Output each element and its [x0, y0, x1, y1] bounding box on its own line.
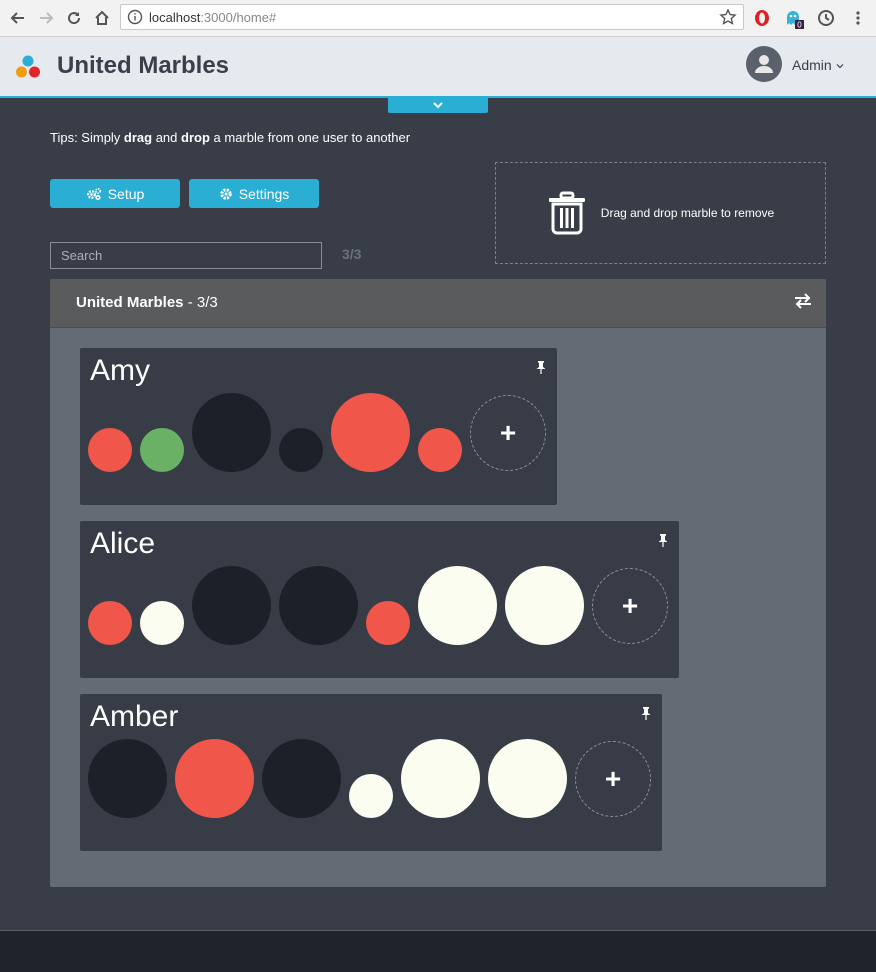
- bookmark-star-icon[interactable]: [719, 8, 737, 31]
- marble[interactable]: [192, 566, 271, 645]
- home-icon[interactable]: [90, 6, 114, 30]
- user-card-alice[interactable]: Alice +: [80, 521, 679, 678]
- url-text: localhost:3000/home#: [149, 10, 277, 25]
- back-icon[interactable]: [6, 6, 30, 30]
- user-name: Amy: [90, 354, 150, 387]
- setup-label: Setup: [107, 185, 145, 202]
- trash-icon: [548, 191, 585, 235]
- marble[interactable]: [262, 739, 341, 818]
- marble[interactable]: [505, 566, 584, 645]
- add-marble-button[interactable]: +: [592, 568, 668, 644]
- address-bar[interactable]: localhost:3000/home#: [120, 4, 744, 30]
- chevron-down-icon: [433, 102, 443, 109]
- user-card-amy[interactable]: Amy +: [80, 348, 557, 505]
- marble[interactable]: [192, 393, 271, 472]
- gear-icon: [220, 187, 232, 200]
- browser-toolbar: localhost:3000/home# 0: [0, 0, 876, 37]
- forward-icon[interactable]: [34, 6, 58, 30]
- ghost-extension-icon[interactable]: 0: [783, 7, 805, 29]
- pin-icon[interactable]: [640, 706, 652, 720]
- app-logo-icon: [16, 55, 40, 78]
- user-name: Amber: [90, 700, 179, 733]
- marble[interactable]: [488, 739, 567, 818]
- marbles-panel: United Marbles - 3/3 Amy + Alice + Amber…: [50, 279, 826, 887]
- panel-header: United Marbles - 3/3: [50, 279, 826, 328]
- trash-drop-zone[interactable]: Drag and drop marble to remove: [495, 162, 826, 264]
- marble[interactable]: [279, 566, 358, 645]
- marble[interactable]: [349, 774, 393, 818]
- marble[interactable]: [175, 739, 254, 818]
- settings-button[interactable]: Settings: [189, 179, 319, 208]
- user-menu[interactable]: Admin: [792, 57, 844, 73]
- search-input[interactable]: [50, 242, 322, 269]
- trash-label: Drag and drop marble to remove: [600, 206, 775, 220]
- marble[interactable]: [140, 601, 184, 645]
- marble[interactable]: [88, 428, 132, 472]
- swap-arrows-icon[interactable]: [794, 293, 812, 309]
- panel-title: United Marbles - 3/3: [76, 294, 218, 311]
- add-marble-button[interactable]: +: [470, 395, 546, 471]
- user-card-amber[interactable]: Amber +: [80, 694, 662, 851]
- marble[interactable]: [279, 428, 323, 472]
- settings-label: Settings: [238, 185, 290, 202]
- app-title: United Marbles: [57, 52, 230, 79]
- chevron-down-icon: [836, 64, 844, 69]
- expand-header-button[interactable]: [388, 97, 488, 113]
- add-marble-button[interactable]: +: [575, 741, 651, 817]
- avatar[interactable]: [746, 46, 782, 82]
- marble[interactable]: [366, 601, 410, 645]
- marble[interactable]: [140, 428, 184, 472]
- setup-button[interactable]: Setup: [50, 179, 180, 208]
- gears-icon: [86, 187, 101, 200]
- tips-text: Tips: Simply drag and drop a marble from…: [50, 130, 411, 145]
- marble[interactable]: [418, 566, 497, 645]
- pin-icon[interactable]: [657, 533, 669, 547]
- app-header: United Marbles Admin: [0, 37, 876, 98]
- search-result-count: 3/3: [342, 246, 362, 262]
- marble[interactable]: [418, 428, 462, 472]
- info-icon[interactable]: [127, 9, 143, 25]
- user-menu-label: Admin: [792, 57, 832, 73]
- marble[interactable]: [331, 393, 410, 472]
- menu-kebab-icon[interactable]: [847, 7, 869, 29]
- reload-icon[interactable]: [62, 6, 86, 30]
- extension-badge: 0: [797, 21, 802, 30]
- clock-extension-icon[interactable]: [815, 7, 837, 29]
- pin-icon[interactable]: [535, 360, 547, 374]
- marble[interactable]: [88, 601, 132, 645]
- opera-extension-icon[interactable]: [751, 7, 773, 29]
- footer: [0, 931, 876, 972]
- marble[interactable]: [401, 739, 480, 818]
- user-name: Alice: [90, 527, 156, 560]
- marble[interactable]: [88, 739, 167, 818]
- user-icon: [755, 55, 773, 73]
